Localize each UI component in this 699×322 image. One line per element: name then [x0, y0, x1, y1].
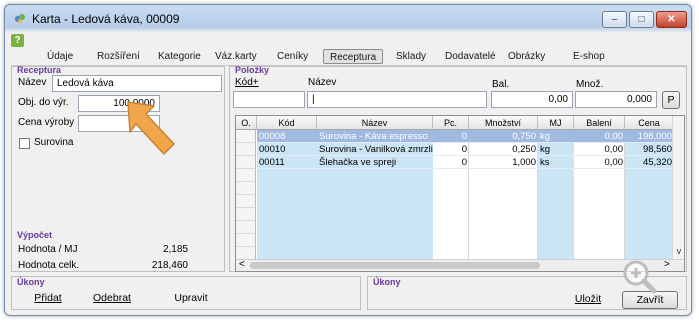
tab-kategorie[interactable]: Kategorie [152, 49, 207, 64]
cell-baleni: 0,00 [574, 156, 625, 169]
cell-mj: kg [538, 130, 574, 143]
cell-nazev: Surovina - Vanilková zmrzlina [317, 144, 433, 156]
col-header-mj[interactable]: MJ [538, 116, 574, 130]
cell-baleni: 0,00 [574, 130, 625, 143]
hodnota-celk-label: Hodnota celk. [18, 260, 80, 271]
close-button[interactable]: ✕ [656, 11, 687, 28]
row-selector[interactable] [236, 208, 256, 221]
tab-receptura[interactable]: Receptura [323, 49, 384, 64]
ukony-left-panel: Úkony Přidat Odebrat Upravit [11, 276, 361, 310]
cell-cena: 198,000 [625, 130, 674, 143]
name-field[interactable]: Ledová káva [52, 75, 222, 92]
nazev-label: Název [308, 77, 337, 88]
hodnota-mj-value: 2,185 [162, 244, 188, 255]
row-selector[interactable] [236, 143, 256, 156]
tab-ceniky[interactable]: Ceníky [271, 49, 314, 64]
bal-field[interactable]: 0,00 [491, 91, 573, 108]
surovina-label: Surovina [34, 137, 74, 148]
col-header-kod[interactable]: Kód [257, 116, 317, 130]
scroll-down-icon[interactable]: v [674, 246, 684, 258]
pointer-arrow-icon [127, 101, 175, 155]
zoom-in-icon[interactable] [621, 258, 657, 294]
tab-dodavatele[interactable]: Dodavatelé [439, 49, 502, 64]
tab-bar: Údaje Rozšíření Kategorie Váz.karty Cení… [5, 49, 691, 65]
row-selector[interactable] [236, 130, 256, 143]
remove-button[interactable]: Odebrat [88, 290, 136, 308]
col-header-cena[interactable]: Cena [625, 116, 674, 130]
cell-kod: 00010 [257, 143, 317, 156]
cell-pc: 0 [433, 130, 469, 143]
row-selector[interactable] [236, 221, 256, 234]
window-title: Karta - Ledová káva, 00009 [32, 12, 180, 26]
app-icon [14, 14, 25, 23]
table-row[interactable]: 00010 Surovina - Vanilková zmrzlina 0 0,… [257, 143, 674, 156]
scroll-left-icon[interactable]: < [239, 259, 245, 270]
row-selector[interactable] [236, 234, 256, 247]
table-row[interactable]: 00011 Šlehačka ve spreji 0 1,000 ks 0,00… [257, 156, 674, 169]
grid-horizontal-scrollbar[interactable]: < > [236, 259, 684, 271]
row-selector[interactable] [236, 169, 256, 182]
name-label: Název [18, 77, 47, 88]
col-header-mnozstvi[interactable]: Množství [469, 116, 538, 130]
cell-kod: 00008 [257, 130, 317, 143]
minimize-button[interactable]: – [602, 11, 627, 28]
kod-label: Kód+ [235, 77, 259, 88]
tab-eshop[interactable]: E-shop [567, 49, 611, 64]
scroll-thumb[interactable] [250, 262, 540, 269]
surovina-checkbox[interactable] [19, 138, 30, 149]
tab-rozsireni[interactable]: Rozšíření [91, 49, 146, 64]
qty-label: Obj. do výr. [18, 97, 69, 108]
cell-kod: 00011 [257, 156, 317, 169]
edit-button[interactable]: Upravit [166, 290, 216, 308]
grid-header: O. Kód Název Pc. Množství MJ Balení Cena [236, 116, 684, 130]
cell-mnozstvi: 0,750 [469, 130, 538, 143]
tab-udaje[interactable]: Údaje [41, 49, 79, 64]
bal-label: Bal. [492, 79, 510, 90]
tab-sklady[interactable]: Sklady [390, 49, 432, 64]
hodnota-celk-value: 218,460 [151, 260, 188, 271]
cell-pc: 0 [433, 143, 469, 156]
cell-pc: 0 [433, 156, 469, 169]
mnoz-field[interactable]: 0,000 [575, 91, 657, 108]
tab-vaz-karty[interactable]: Váz.karty [209, 49, 263, 64]
grid-vertical-scrollbar[interactable]: v [672, 116, 684, 261]
col-header-pc[interactable]: Pc. [433, 116, 469, 130]
cell-mj: ks [538, 156, 574, 169]
kod-field[interactable] [233, 91, 305, 108]
ukony-right-legend: Úkony [373, 277, 401, 287]
save-button[interactable]: Uložit [568, 291, 608, 309]
add-button[interactable]: Přidat [28, 290, 68, 308]
cell-cena: 98,560 [625, 143, 674, 156]
tab-obrazky[interactable]: Obrázky [502, 49, 551, 64]
items-grid[interactable]: O. Kód Název Pc. Množství MJ Balení Cena… [235, 115, 685, 272]
row-selector[interactable] [236, 182, 256, 195]
maximize-button[interactable]: □ [629, 11, 654, 28]
col-header-o[interactable]: O. [236, 116, 257, 130]
table-row[interactable]: 00008 Surovina - Káva espresso 0 0,750 k… [257, 130, 674, 143]
cell-mnozstvi: 0,250 [469, 143, 538, 156]
col-header-nazev[interactable]: Název [317, 116, 433, 130]
cell-nazev: Surovina - Káva espresso [317, 130, 433, 143]
cell-mnozstvi: 1,000 [469, 156, 538, 169]
ukony-left-legend: Úkony [17, 277, 45, 287]
help-icon[interactable]: ? [11, 34, 24, 47]
vypocet-legend: Výpočet [17, 230, 53, 240]
hodnota-mj-label: Hodnota / MJ [18, 244, 78, 255]
receptura-legend: Receptura [17, 65, 62, 75]
col-header-baleni[interactable]: Balení [574, 116, 625, 130]
nazev-field[interactable]: | [307, 91, 487, 108]
cell-baleni: 0,00 [574, 143, 625, 156]
cell-nazev: Šlehačka ve spreji [317, 156, 433, 169]
polozky-legend: Položky [235, 65, 270, 75]
scroll-right-icon[interactable]: > [664, 259, 670, 270]
title-bar[interactable]: Karta - Ledová káva, 00009 – □ ✕ [5, 5, 691, 31]
cell-mj: kg [538, 143, 574, 156]
cell-cena: 45,320 [625, 156, 674, 169]
price-label: Cena výroby [18, 117, 75, 128]
row-selector[interactable] [236, 156, 256, 169]
mnoz-label: Množ. [576, 79, 604, 90]
p-button[interactable]: P [662, 91, 680, 109]
row-selector[interactable] [236, 195, 256, 208]
